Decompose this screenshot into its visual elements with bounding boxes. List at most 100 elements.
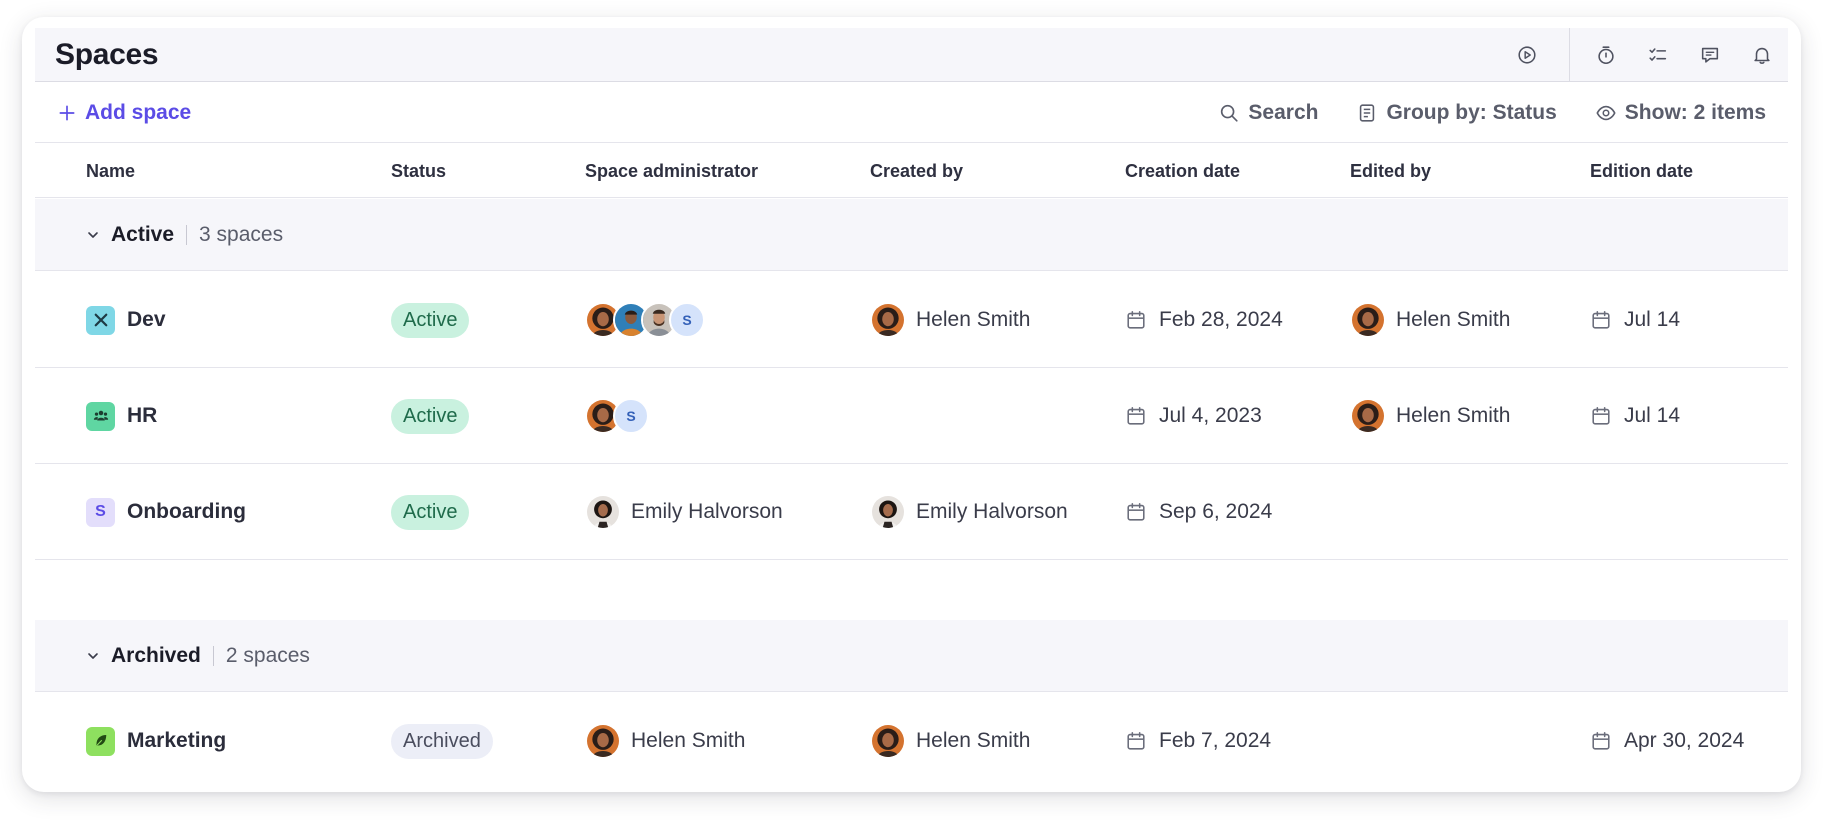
creation-date-cell: Jul 4, 2023: [1125, 368, 1262, 464]
calendar-icon: [1590, 405, 1612, 427]
column-creation-date[interactable]: Creation date: [1125, 144, 1240, 198]
table-row[interactable]: S Onboarding Active Emily Halvorson Emil…: [35, 464, 1788, 560]
space-letter-icon: S: [86, 497, 115, 527]
created-by-name: Helen Smith: [916, 729, 1031, 752]
creation-date: Feb 28, 2024: [1159, 308, 1283, 331]
creation-date: Sep 6, 2024: [1159, 500, 1273, 523]
eye-icon: [1596, 105, 1616, 121]
calendar-icon: [1125, 501, 1147, 523]
group-by-label: Group by: Status: [1386, 101, 1557, 124]
play-icon[interactable]: [1501, 28, 1553, 82]
timer-icon[interactable]: [1580, 28, 1632, 82]
space-name: HR: [127, 404, 158, 427]
space-name-cell[interactable]: HR: [86, 368, 157, 464]
edition-date-cell: Apr 30, 2024: [1590, 693, 1744, 789]
title-divider: [1569, 28, 1570, 82]
admin-cell[interactable]: Helen Smith: [585, 693, 745, 789]
avatar: [1350, 398, 1386, 434]
edition-date-cell: Jul 14: [1590, 272, 1680, 368]
spaces-window: Spaces Add space Search Group by: Status…: [22, 17, 1801, 792]
tools-icon: [86, 305, 115, 335]
table-row[interactable]: Dev Active S Helen Smith Feb 28, 2024 He…: [35, 272, 1788, 368]
edition-date: Jul 14: [1624, 308, 1681, 331]
calendar-icon: [1125, 405, 1147, 427]
admin-avatar-stack[interactable]: S: [585, 302, 705, 338]
admin-cell[interactable]: Emily Halvorson: [585, 464, 783, 560]
avatar: [585, 723, 621, 759]
title-actions: [1501, 28, 1788, 82]
add-space-button[interactable]: Add space: [57, 101, 191, 125]
group-count: 3 spaces: [199, 222, 284, 246]
admin-name: Emily Halvorson: [631, 500, 783, 523]
chevron-down-icon[interactable]: [85, 648, 101, 664]
status-badge: Active: [391, 302, 470, 338]
search-icon: [1221, 104, 1239, 122]
edited-by-name: Helen Smith: [1396, 308, 1511, 331]
status-badge: Active: [391, 398, 470, 434]
group-divider: [212, 645, 214, 666]
table-row[interactable]: Marketing Archived Helen Smith Helen Smi…: [35, 693, 1788, 789]
space-name-cell[interactable]: Dev: [86, 272, 166, 368]
avatar: [870, 723, 906, 759]
avatar: [870, 302, 906, 338]
group-header-archived[interactable]: Archived 2 spaces: [35, 620, 1788, 692]
group-by-button[interactable]: Group by: Status: [1356, 101, 1557, 125]
calendar-icon: [1590, 309, 1612, 331]
page-title: Spaces: [55, 37, 159, 71]
edited-by-cell: Helen Smith: [1350, 272, 1510, 368]
group-name: Active: [111, 222, 175, 246]
edition-date: Jul 14: [1624, 404, 1681, 427]
edition-date: Apr 30, 2024: [1624, 729, 1745, 752]
column-space-administrator[interactable]: Space administrator: [585, 144, 758, 198]
creation-date-cell: Feb 28, 2024: [1125, 272, 1283, 368]
edition-date-cell: Jul 14: [1590, 368, 1680, 464]
column-edition-date[interactable]: Edition date: [1590, 144, 1693, 198]
avatar: [1350, 302, 1386, 338]
status-cell: Active: [391, 464, 470, 560]
creation-date: Feb 7, 2024: [1159, 729, 1272, 752]
show-items-label: Show: 2 items: [1624, 101, 1766, 124]
avatar: [585, 494, 621, 530]
avatar: [870, 494, 906, 530]
group-name: Archived: [111, 643, 201, 667]
show-items-button[interactable]: Show: 2 items: [1595, 101, 1766, 125]
created-by-cell: Helen Smith: [870, 272, 1030, 368]
search-button[interactable]: Search: [1218, 101, 1318, 125]
space-name-cell[interactable]: S Onboarding: [86, 464, 246, 560]
column-status[interactable]: Status: [391, 144, 446, 198]
toolbar: Add space Search Group by: Status Show: …: [35, 83, 1788, 143]
avatar-initial: S: [669, 302, 705, 338]
bell-icon[interactable]: [1736, 28, 1788, 82]
created-by-name: Emily Halvorson: [916, 500, 1068, 523]
table-row[interactable]: HR Active S Jul 4, 2023 Helen Smith Jul …: [35, 368, 1788, 464]
admin-cell[interactable]: S: [585, 368, 649, 464]
group-divider: [186, 224, 188, 245]
avatar-initial: S: [613, 398, 649, 434]
group-icon: [1360, 104, 1375, 122]
space-name: Dev: [127, 308, 166, 331]
chevron-down-icon[interactable]: [85, 227, 101, 243]
comment-icon[interactable]: [1684, 28, 1736, 82]
status-cell: Active: [391, 272, 470, 368]
spaces-panel: Spaces Add space Search Group by: Status…: [35, 28, 1788, 792]
feather-icon: [86, 726, 115, 756]
checklist-icon[interactable]: [1632, 28, 1684, 82]
space-name-cell[interactable]: Marketing: [86, 693, 226, 789]
status-badge: Active: [391, 494, 470, 530]
created-by-cell: Helen Smith: [870, 693, 1030, 789]
title-bar: Spaces: [35, 28, 1788, 82]
group-header-active[interactable]: Active 3 spaces: [35, 199, 1788, 271]
table-header: Name Status Space administrator Created …: [35, 144, 1788, 198]
status-cell: Archived: [391, 693, 493, 789]
add-space-label: Add space: [85, 100, 192, 124]
admin-avatar-stack[interactable]: S: [585, 398, 649, 434]
edited-by-name: Helen Smith: [1396, 404, 1511, 427]
status-cell: Active: [391, 368, 470, 464]
admin-cell[interactable]: S: [585, 272, 705, 368]
column-name[interactable]: Name: [86, 144, 135, 198]
column-edited-by[interactable]: Edited by: [1350, 144, 1431, 198]
column-created-by[interactable]: Created by: [870, 144, 963, 198]
creation-date: Jul 4, 2023: [1159, 404, 1262, 427]
calendar-icon: [1125, 309, 1147, 331]
created-by-cell: Emily Halvorson: [870, 464, 1068, 560]
